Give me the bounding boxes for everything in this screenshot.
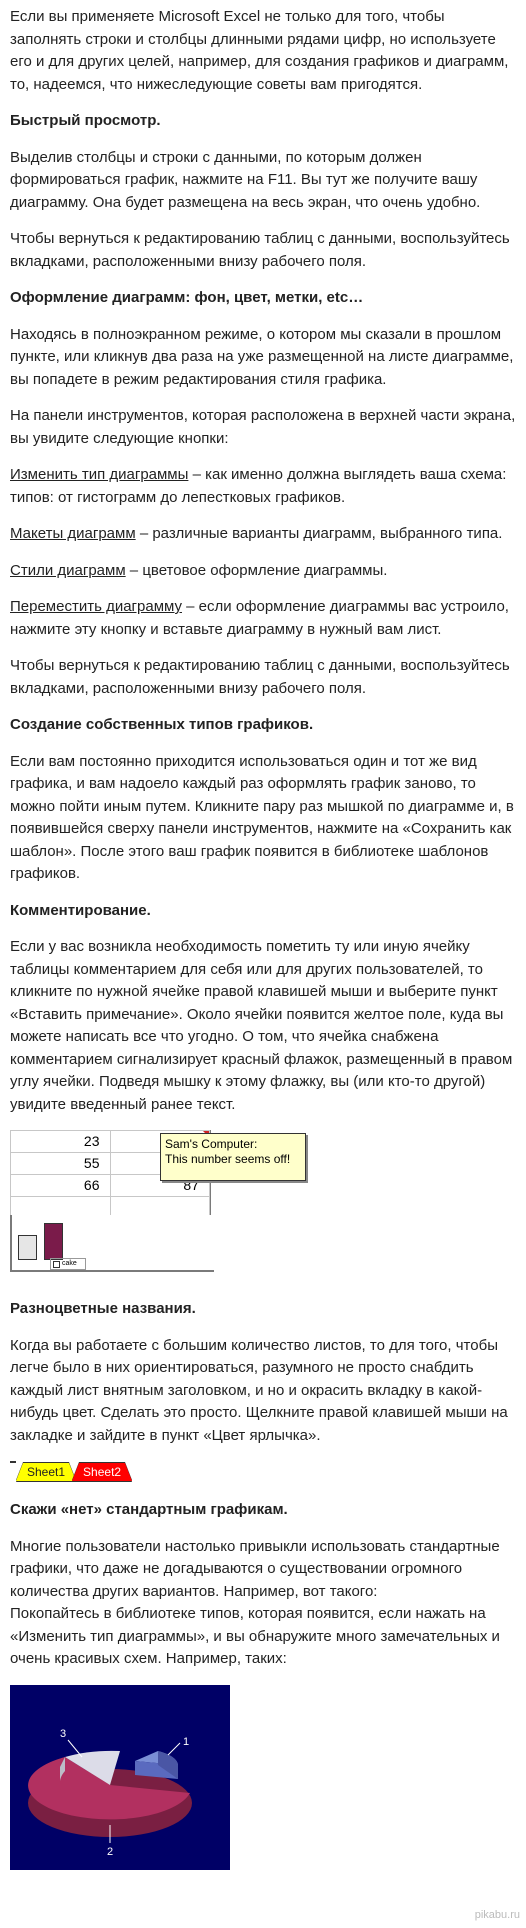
comment-text: This number seems off! bbox=[165, 1152, 301, 1167]
quick-view-p1: Выделив столбцы и строки с данными, по к… bbox=[10, 147, 516, 215]
pie-label-1: 1 bbox=[183, 1736, 189, 1748]
heading-custom-types: Создание собственных типов графиков. bbox=[10, 714, 516, 737]
illustration-excel-comment: 2378 5599 6687 cake Sam's Computer: This… bbox=[10, 1130, 310, 1280]
sheet-tab-2[interactable]: Sheet2 bbox=[72, 1463, 132, 1481]
illustration-sheet-tabs: Sheet1 Sheet2 bbox=[10, 1461, 516, 1481]
cell-a1: 23 bbox=[11, 1131, 111, 1153]
sheet-tab-1[interactable]: Sheet1 bbox=[16, 1463, 76, 1481]
custom-types-p: Если вам постоянно приходится использова… bbox=[10, 751, 516, 886]
chart-styles-label: Стили диаграмм bbox=[10, 562, 126, 579]
cell-comment-tooltip: Sam's Computer: This number seems off! bbox=[160, 1133, 306, 1181]
styling-btn1: Изменить тип диаграммы – как именно долж… bbox=[10, 464, 516, 509]
styling-p1: Находясь в полноэкранном режиме, о котор… bbox=[10, 324, 516, 392]
heading-no-standard: Скажи «нет» стандартным графикам. bbox=[10, 1499, 516, 1522]
pie-label-3: 3 bbox=[60, 1728, 66, 1740]
colored-tabs-p: Когда вы работаете с большим количество … bbox=[10, 1335, 516, 1448]
styling-btn2: Макеты диаграмм – различные варианты диа… bbox=[10, 523, 516, 546]
illustration-3d-pie-chart: 1 2 3 bbox=[10, 1685, 230, 1870]
mini-bar-chart bbox=[18, 1223, 63, 1260]
commenting-p: Если у вас возникла необходимость помети… bbox=[10, 936, 516, 1116]
no-standard-p1: Многие пользователи настолько привыкли и… bbox=[10, 1536, 516, 1604]
quick-view-p2: Чтобы вернуться к редактированию таблиц … bbox=[10, 228, 516, 273]
cell-a2: 55 bbox=[11, 1153, 111, 1175]
heading-styling: Оформление диаграмм: фон, цвет, метки, e… bbox=[10, 287, 516, 310]
mini-legend: cake bbox=[50, 1258, 86, 1270]
comment-author: Sam's Computer: bbox=[165, 1137, 301, 1152]
move-chart-label: Переместить диаграмму bbox=[10, 598, 182, 615]
styling-p3: Чтобы вернуться к редактированию таблиц … bbox=[10, 655, 516, 700]
pie-label-2: 2 bbox=[107, 1846, 113, 1858]
styling-btn4: Переместить диаграмму – если оформление … bbox=[10, 596, 516, 641]
heading-commenting: Комментирование. bbox=[10, 900, 516, 923]
intro-text: Если вы применяете Microsoft Excel не то… bbox=[10, 6, 516, 96]
change-chart-type-label: Изменить тип диаграммы bbox=[10, 466, 188, 483]
styling-btn3: Стили диаграмм – цветовое оформление диа… bbox=[10, 560, 516, 583]
chart-layouts-label: Макеты диаграмм bbox=[10, 525, 136, 542]
heading-quick-view: Быстрый просмотр. bbox=[10, 110, 516, 133]
watermark: pikabu.ru bbox=[475, 1907, 520, 1924]
cell-a3: 66 bbox=[11, 1175, 111, 1197]
styling-p2: На панели инструментов, которая располож… bbox=[10, 405, 516, 450]
no-standard-p2: Покопайтесь в библиотеке типов, которая … bbox=[10, 1603, 516, 1671]
heading-colored-tabs: Разноцветные названия. bbox=[10, 1298, 516, 1321]
